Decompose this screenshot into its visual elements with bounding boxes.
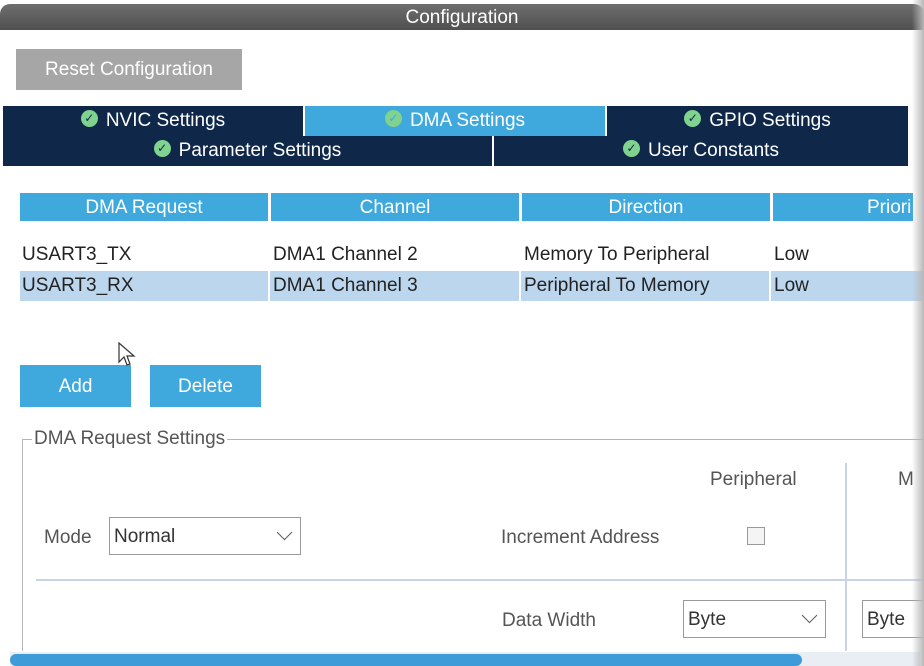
horizontal-scrollbar-thumb[interactable]	[10, 654, 802, 666]
chevron-down-icon	[276, 524, 293, 541]
cell-channel: DMA1 Channel 3	[273, 275, 418, 296]
peripheral-column-label: Peripheral	[710, 469, 797, 490]
data-width-label: Data Width	[502, 610, 596, 631]
tab-dma-settings[interactable]: ✓ DMA Settings	[305, 106, 607, 136]
cell-priority: Low	[774, 275, 809, 296]
group-border-left	[22, 439, 23, 651]
configuration-window: Configuration Reset Configuration ✓ NVIC …	[0, 0, 924, 666]
check-circle-icon: ✓	[684, 110, 702, 128]
chevron-down-icon	[801, 607, 818, 624]
cell-channel: DMA1 Channel 2	[273, 244, 418, 265]
vertical-divider	[845, 463, 847, 651]
tab-nvic-settings[interactable]: ✓ NVIC Settings	[3, 106, 305, 136]
column-header-channel[interactable]: Channel	[271, 193, 519, 221]
reset-configuration-button[interactable]: Reset Configuration	[16, 49, 242, 90]
column-header-priority[interactable]: Priori	[773, 193, 913, 221]
tab-label: User Constants	[648, 140, 779, 161]
check-circle-icon: ✓	[153, 140, 171, 158]
tab-user-constants[interactable]: ✓ User Constants	[494, 136, 910, 166]
column-header-dma-request[interactable]: DMA Request	[20, 193, 268, 221]
peripheral-data-width-value: Byte	[688, 609, 727, 630]
add-button[interactable]: Add	[20, 365, 131, 407]
horizontal-divider	[36, 579, 924, 581]
mode-select[interactable]: Normal	[109, 517, 301, 555]
check-circle-icon: ✓	[80, 110, 98, 128]
tab-label: DMA Settings	[409, 110, 526, 131]
check-circle-icon: ✓	[623, 140, 641, 158]
mouse-cursor-icon	[118, 342, 136, 366]
window-title: Configuration	[0, 4, 924, 30]
tab-parameter-settings[interactable]: ✓ Parameter Settings	[3, 136, 494, 166]
cell-priority: Low	[774, 244, 809, 265]
cell-dma-request: USART3_TX	[22, 244, 132, 265]
tab-gpio-settings[interactable]: ✓ GPIO Settings	[607, 106, 910, 136]
cell-dma-request: USART3_RX	[22, 275, 134, 296]
peripheral-increment-checkbox[interactable]	[747, 527, 765, 545]
cell-direction: Memory To Peripheral	[524, 244, 710, 265]
tab-label: GPIO Settings	[709, 110, 831, 131]
mode-value: Normal	[114, 526, 176, 547]
increment-address-label: Increment Address	[501, 527, 660, 548]
column-header-direction[interactable]: Direction	[522, 193, 770, 221]
group-title: DMA Request Settings	[32, 428, 228, 450]
mode-label: Mode	[44, 527, 92, 548]
tab-label: NVIC Settings	[105, 110, 226, 131]
memory-data-width-value: Byte	[867, 609, 906, 630]
tab-label: Parameter Settings	[178, 140, 342, 161]
peripheral-data-width-select[interactable]: Byte	[683, 600, 826, 638]
delete-button[interactable]: Delete	[150, 365, 261, 407]
check-circle-icon: ✓	[384, 110, 402, 128]
window-edge-shadow	[912, 0, 924, 666]
cell-direction: Peripheral To Memory	[524, 275, 710, 296]
